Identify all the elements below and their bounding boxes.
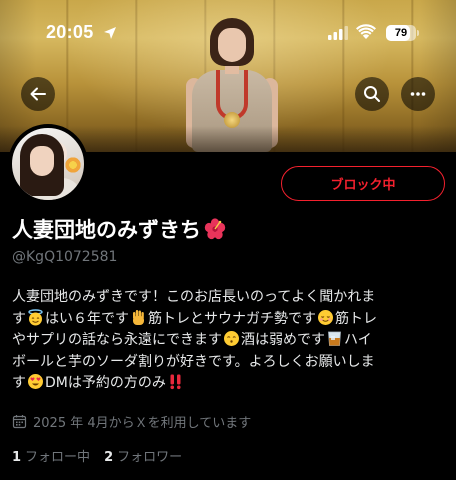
- bio-line: やサプリの話なら永遠にできます 酒は弱めです ハイ: [12, 330, 444, 352]
- bio-text: はい６年です: [45, 310, 129, 327]
- following-link[interactable]: 1 フォロー中: [12, 446, 90, 465]
- bio-text: ハイ: [344, 332, 372, 348]
- following-label: フォロー中: [25, 450, 91, 465]
- double-exclamation-icon: [167, 373, 184, 390]
- display-name: 人妻団地のみずきち: [12, 218, 201, 242]
- heart-eyes-face-icon: [27, 373, 44, 390]
- blocked-button[interactable]: ブロック中: [281, 166, 445, 201]
- bio-text: す: [12, 310, 26, 327]
- search-button[interactable]: [355, 77, 389, 111]
- bio-line: す DMは予約の方のみ: [12, 373, 444, 395]
- followers-count: 2: [104, 450, 114, 465]
- battery-percent: 79: [394, 27, 408, 39]
- status-time: 20:05: [46, 22, 94, 42]
- bio-text: 筋トレ: [335, 310, 377, 327]
- followers-link[interactable]: 2 フォロワー: [104, 446, 182, 465]
- followers-label: フォロワー: [117, 450, 183, 465]
- bio-text: DMは予約の方のみ: [45, 375, 166, 391]
- joined-date: 2025 年 4月からＸを利用しています: [12, 412, 251, 431]
- cellular-signal-icon: [328, 26, 348, 40]
- bio-line: ボールと芋のソーダ割りが好きです。よろしくお願いしま: [12, 352, 444, 374]
- following-count: 1: [12, 450, 22, 465]
- search-icon: [364, 86, 380, 102]
- user-handle: @KgQ1072581: [12, 249, 118, 265]
- kissing-face-icon: [223, 330, 240, 347]
- smiling-face-with-halo-icon: [27, 308, 44, 326]
- battery-tip: [417, 30, 419, 36]
- calendar-icon: [12, 415, 27, 429]
- follow-stats: 1 フォロー中 2 フォロワー: [12, 446, 182, 465]
- bio-text: 筋トレとサウナガチ勢です: [148, 310, 316, 327]
- bio-text: やサプリの話なら永遠にできます: [12, 332, 222, 348]
- hibiscus-icon: [204, 218, 226, 240]
- display-name-row: 人妻団地のみずきち: [12, 214, 226, 244]
- bio-line: す はい６年です 筋トレとサウナガチ勢です 筋トレ: [12, 308, 444, 331]
- back-button[interactable]: [21, 77, 55, 111]
- wifi-icon: [356, 24, 376, 39]
- location-arrow-icon: [104, 27, 116, 39]
- more-horizontal-icon: [410, 92, 426, 96]
- joined-text: 2025 年 4月からＸを利用しています: [33, 416, 252, 431]
- tumbler-glass-icon: [326, 330, 343, 347]
- more-button[interactable]: [401, 77, 435, 111]
- arrow-left-icon: [30, 87, 46, 101]
- profile-bio: 人妻団地のみずきです！このお店長いのってよく聞かれま す はい６年です 筋トレとサウ…: [12, 287, 444, 395]
- avatar[interactable]: [8, 124, 88, 204]
- relieved-face-icon: [317, 309, 334, 326]
- bio-text: す: [12, 375, 26, 391]
- battery-icon: 79: [386, 25, 416, 41]
- raised-hand-icon: [130, 309, 147, 326]
- bio-text: 人妻団地のみずきです！このお店長いのってよく聞かれま: [12, 289, 376, 305]
- status-bar: 20:05 79: [0, 0, 456, 62]
- bio-text: 酒は弱めです: [241, 332, 325, 348]
- bio-line: 人妻団地のみずきです！このお店長いのってよく聞かれま: [12, 287, 444, 309]
- bio-text: ボールと芋のソーダ割りが好きです。よろしくお願いしま: [12, 353, 375, 370]
